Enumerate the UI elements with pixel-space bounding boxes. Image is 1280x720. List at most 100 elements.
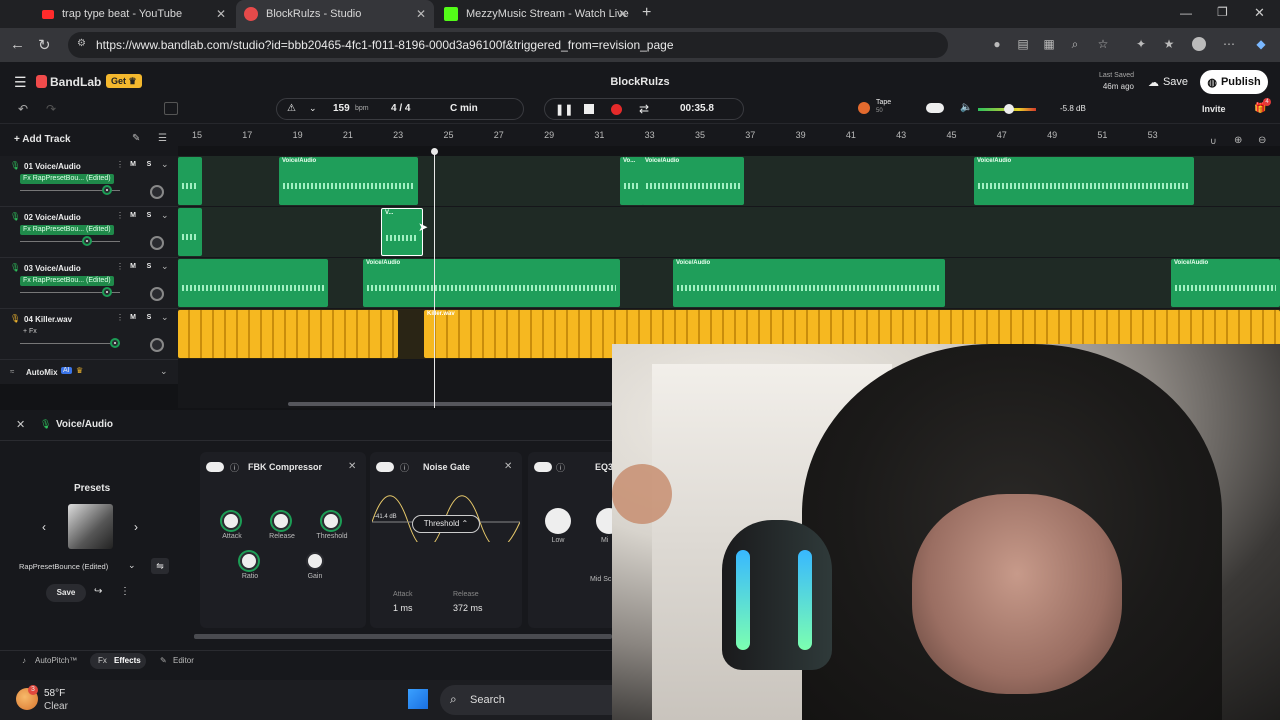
ratio-knob[interactable] [240, 552, 258, 570]
volume-knob[interactable] [112, 340, 118, 346]
volume-knob[interactable] [1004, 104, 1014, 114]
audio-clip[interactable]: Voice/Audio [363, 259, 620, 307]
track-header[interactable]: 🎙 01 Voice/Audio Fx RapPresetBou... (Edi… [0, 156, 178, 207]
attack-knob[interactable] [222, 512, 240, 530]
release-knob[interactable] [272, 512, 290, 530]
mute-button[interactable]: M [128, 160, 138, 170]
extensions-icon[interactable]: ✦ [1134, 37, 1148, 51]
apps-icon[interactable]: ▦ [1042, 37, 1056, 51]
preset-thumbnail[interactable] [68, 504, 113, 549]
info-icon[interactable]: ⓘ [400, 461, 409, 474]
start-icon[interactable] [408, 689, 428, 709]
track-fx-badge[interactable]: Fx RapPresetBou... (Edited) [20, 174, 114, 184]
close-tab-icon[interactable]: ✕ [216, 7, 226, 21]
preset-save-button[interactable]: Save [46, 584, 86, 602]
more-vertical-icon[interactable]: ⋮ [116, 211, 124, 220]
chevron-down-icon[interactable]: ⌄ [160, 366, 168, 377]
info-icon[interactable]: ⓘ [230, 461, 239, 474]
chevron-down-icon[interactable]: ⌄ [309, 103, 317, 114]
solo-button[interactable]: S [144, 262, 154, 272]
time-signature[interactable]: 4 / 4 [391, 103, 410, 114]
track-fx-badge[interactable]: + Fx [20, 327, 40, 337]
track-name[interactable]: 01 Voice/Audio [24, 162, 81, 171]
info-icon[interactable]: ⓘ [556, 461, 565, 474]
pan-knob[interactable] [150, 338, 164, 352]
track-header[interactable]: 🎙 03 Voice/Audio Fx RapPresetBou... (Edi… [0, 258, 178, 309]
solo-button[interactable]: S [144, 160, 154, 170]
solo-button[interactable]: S [144, 313, 154, 323]
more-vertical-icon[interactable]: ⋮ [116, 262, 124, 271]
gate-attack-value[interactable]: 1 ms [393, 603, 413, 613]
save-button[interactable]: ☁ Save [1140, 71, 1196, 93]
audio-clip[interactable]: Voice/Audio [1171, 259, 1280, 307]
mixer-icon[interactable] [164, 102, 178, 115]
profile-icon[interactable] [1192, 37, 1206, 51]
close-panel-icon[interactable]: ✕ [16, 418, 25, 431]
audio-clip[interactable] [178, 259, 328, 307]
horizontal-scrollbar[interactable] [288, 402, 612, 406]
track-header[interactable]: 🎙 04 Killer.wav + Fx ⋮ M S ⌄ [0, 309, 178, 360]
chevron-down-icon[interactable]: ⌄ [161, 312, 169, 323]
eq-toggle[interactable] [534, 462, 552, 472]
loop-icon[interactable]: ⇄ [639, 102, 649, 116]
audio-clip[interactable]: V... [381, 208, 423, 256]
tab-youtube[interactable]: trap type beat - YouTube ✕ [34, 0, 234, 28]
chevron-left-icon[interactable]: ‹ [42, 520, 46, 534]
speaker-icon[interactable]: 🔈 [960, 102, 972, 113]
key-value[interactable]: C min [450, 103, 478, 114]
pan-knob[interactable] [150, 287, 164, 301]
audio-clip[interactable] [178, 157, 202, 205]
master-volume-slider[interactable] [978, 104, 1036, 114]
mute-button[interactable]: M [128, 211, 138, 221]
close-tab-icon[interactable]: ✕ [416, 7, 426, 21]
close-window-icon[interactable]: ✕ [1254, 5, 1265, 21]
volume-knob[interactable] [84, 238, 90, 244]
audio-clip[interactable]: Vo... [620, 157, 644, 205]
playhead[interactable] [434, 150, 435, 408]
tab-effects[interactable]: Effects [114, 656, 141, 665]
gate-toggle[interactable] [376, 462, 394, 472]
back-icon[interactable]: ← [10, 36, 25, 53]
settings-icon[interactable]: ☰ [158, 133, 167, 144]
url-field[interactable]: ⚙ https://www.bandlab.com/studio?id=bbb2… [68, 32, 948, 58]
automix-row[interactable]: ≈ AutoMix AI ♛ ⌄ [0, 360, 178, 384]
gate-release-value[interactable]: 372 ms [453, 603, 483, 613]
more-vertical-icon[interactable]: ⋮ [116, 313, 124, 322]
track-name[interactable]: 02 Voice/Audio [24, 213, 81, 222]
zoom-out-icon[interactable]: ⊖ [1258, 135, 1266, 146]
pan-knob[interactable] [150, 185, 164, 199]
track-volume-slider[interactable] [20, 289, 120, 295]
bpm-value[interactable]: 159 [333, 103, 350, 114]
compare-icon[interactable]: ⇋ [151, 558, 169, 574]
edit-icon[interactable]: ✎ [132, 133, 140, 144]
chevron-down-icon[interactable]: ⌄ [161, 210, 169, 221]
track-header[interactable]: 🎙 02 Voice/Audio Fx RapPresetBou... (Edi… [0, 207, 178, 258]
undo-icon[interactable]: ↶ [18, 102, 28, 116]
audio-clip[interactable] [178, 310, 398, 358]
metronome-icon[interactable]: ⚠ [287, 103, 296, 114]
copilot-icon[interactable]: ◆ [1254, 37, 1268, 51]
chevron-right-icon[interactable]: › [134, 520, 138, 534]
mute-button[interactable]: M [128, 313, 138, 323]
audio-clip[interactable]: Voice/Audio [279, 157, 418, 205]
track-lane[interactable]: Voice/Audio Vo... Voice/Audio Voice/Audio [178, 156, 1280, 207]
site-info-icon[interactable]: ⚙ [77, 38, 86, 49]
solo-button[interactable]: S [144, 211, 154, 221]
more-vertical-icon[interactable]: ⋮ [116, 160, 124, 169]
threshold-knob[interactable] [322, 512, 340, 530]
track-lane[interactable]: Voice/Audio Voice/Audio Voice/Audio [178, 258, 1280, 309]
remove-effect-icon[interactable]: ✕ [348, 461, 356, 472]
reader-icon[interactable]: ▤ [1016, 37, 1030, 51]
audio-clip[interactable]: Voice/Audio [673, 259, 945, 307]
more-vertical-icon[interactable]: ⋮ [120, 586, 130, 597]
chevron-down-icon[interactable]: ⌄ [161, 261, 169, 272]
get-button[interactable]: Get ♛ [106, 74, 142, 88]
zoom-icon[interactable]: ⌕ [1068, 37, 1082, 51]
tab-autopitch[interactable]: AutoPitch™ [35, 656, 77, 665]
chevron-down-icon[interactable]: ⌄ [161, 159, 169, 170]
audio-clip[interactable] [178, 208, 202, 256]
volume-knob[interactable] [104, 187, 110, 193]
track-volume-slider[interactable] [20, 238, 120, 244]
track-fx-badge[interactable]: Fx RapPresetBou... (Edited) [20, 276, 114, 286]
audio-clip[interactable]: Voice/Audio [974, 157, 1194, 205]
